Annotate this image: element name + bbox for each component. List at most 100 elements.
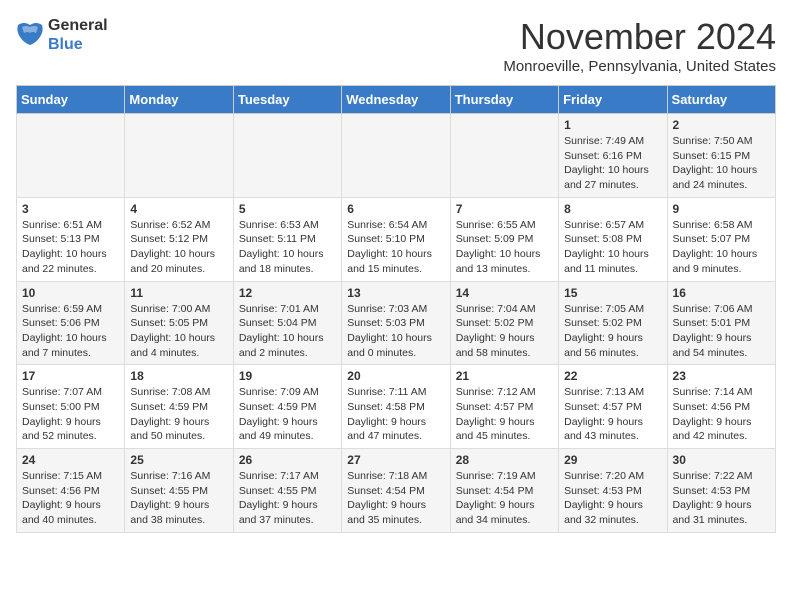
day-info: Sunrise: 7:50 AMSunset: 6:15 PMDaylight:… — [673, 134, 770, 193]
day-number: 4 — [130, 202, 227, 216]
day-info: Sunrise: 7:13 AMSunset: 4:57 PMDaylight:… — [564, 385, 661, 444]
day-number: 5 — [239, 202, 336, 216]
day-number: 1 — [564, 118, 661, 132]
calendar-cell — [342, 114, 450, 198]
calendar-cell: 13Sunrise: 7:03 AMSunset: 5:03 PMDayligh… — [342, 281, 450, 365]
day-info: Sunrise: 7:49 AMSunset: 6:16 PMDaylight:… — [564, 134, 661, 193]
day-info: Sunrise: 6:57 AMSunset: 5:08 PMDaylight:… — [564, 218, 661, 277]
calendar-cell: 20Sunrise: 7:11 AMSunset: 4:58 PMDayligh… — [342, 365, 450, 449]
day-info: Sunrise: 6:52 AMSunset: 5:12 PMDaylight:… — [130, 218, 227, 277]
day-info: Sunrise: 7:09 AMSunset: 4:59 PMDaylight:… — [239, 385, 336, 444]
day-number: 28 — [456, 453, 553, 467]
day-number: 29 — [564, 453, 661, 467]
day-number: 17 — [22, 369, 119, 383]
title-area: November 2024 Monroeville, Pennsylvania,… — [503, 16, 776, 75]
day-number: 12 — [239, 286, 336, 300]
day-number: 23 — [673, 369, 770, 383]
calendar-cell: 8 Sunrise: 6:57 AMSunset: 5:08 PMDaylight… — [559, 197, 667, 281]
day-info: Sunrise: 7:01 AMSunset: 5:04 PMDaylight:… — [239, 302, 336, 361]
day-number: 8 — [564, 202, 661, 216]
calendar-cell: 10 Sunrise: 6:59 AMSunset: 5:06 PMDayligh… — [17, 281, 125, 365]
calendar-cell: 12 Sunrise: 7:01 AMSunset: 5:04 PMDayligh… — [233, 281, 341, 365]
day-number: 19 — [239, 369, 336, 383]
calendar-week-5: 24 Sunrise: 7:15 AMSunset: 4:56 PMDayligh… — [17, 449, 776, 533]
day-info: Sunrise: 6:59 AMSunset: 5:06 PMDaylight:… — [22, 302, 119, 361]
calendar-cell: 17 Sunrise: 7:07 AMSunset: 5:00 PMDayligh… — [17, 365, 125, 449]
logo: General Blue — [16, 16, 108, 54]
calendar-week-4: 17 Sunrise: 7:07 AMSunset: 5:00 PMDayligh… — [17, 365, 776, 449]
day-info: Sunrise: 7:08 AMSunset: 4:59 PMDaylight:… — [130, 385, 227, 444]
day-info: Sunrise: 7:15 AMSunset: 4:56 PMDaylight:… — [22, 469, 119, 528]
calendar-cell: 1 Sunrise: 7:49 AMSunset: 6:16 PMDaylight… — [559, 114, 667, 198]
calendar-body: 1 Sunrise: 7:49 AMSunset: 6:16 PMDaylight… — [17, 114, 776, 533]
calendar-week-1: 1 Sunrise: 7:49 AMSunset: 6:16 PMDaylight… — [17, 114, 776, 198]
calendar-cell: 14 Sunrise: 7:04 AMSunset: 5:02 PMDayligh… — [450, 281, 558, 365]
day-info: Sunrise: 7:14 AMSunset: 4:56 PMDaylight:… — [673, 385, 770, 444]
calendar-cell: 27 Sunrise: 7:18 AMSunset: 4:54 PMDayligh… — [342, 449, 450, 533]
day-number: 11 — [130, 286, 227, 300]
calendar-cell: 5 Sunrise: 6:53 AMSunset: 5:11 PMDaylight… — [233, 197, 341, 281]
weekday-header-sunday: Sunday — [17, 86, 125, 114]
day-info: Sunrise: 7:20 AMSunset: 4:53 PMDaylight:… — [564, 469, 661, 528]
day-number: 7 — [456, 202, 553, 216]
day-info: Sunrise: 7:19 AMSunset: 4:54 PMDaylight:… — [456, 469, 553, 528]
weekday-header-tuesday: Tuesday — [233, 86, 341, 114]
location: Monroeville, Pennsylvania, United States — [503, 58, 776, 75]
day-info: Sunrise: 7:07 AMSunset: 5:00 PMDaylight:… — [22, 385, 119, 444]
day-info: Sunrise: 7:18 AMSunset: 4:54 PMDaylight:… — [347, 469, 444, 528]
day-info: Sunrise: 7:00 AMSunset: 5:05 PMDaylight:… — [130, 302, 227, 361]
calendar-cell — [233, 114, 341, 198]
day-number: 16 — [673, 286, 770, 300]
calendar-cell: 24 Sunrise: 7:15 AMSunset: 4:56 PMDayligh… — [17, 449, 125, 533]
calendar-cell: 21 Sunrise: 7:12 AMSunset: 4:57 PMDayligh… — [450, 365, 558, 449]
day-info: Sunrise: 7:05 AMSunset: 5:02 PMDaylight:… — [564, 302, 661, 361]
day-number: 20 — [347, 369, 444, 383]
calendar-cell: 26 Sunrise: 7:17 AMSunset: 4:55 PMDayligh… — [233, 449, 341, 533]
day-number: 3 — [22, 202, 119, 216]
calendar-cell — [17, 114, 125, 198]
day-number: 14 — [456, 286, 553, 300]
day-number: 18 — [130, 369, 227, 383]
calendar-cell: 2 Sunrise: 7:50 AMSunset: 6:15 PMDaylight… — [667, 114, 775, 198]
logo-icon — [16, 21, 44, 49]
calendar-cell: 29 Sunrise: 7:20 AMSunset: 4:53 PMDayligh… — [559, 449, 667, 533]
day-number: 2 — [673, 118, 770, 132]
logo-text: General Blue — [48, 16, 108, 54]
day-number: 9 — [673, 202, 770, 216]
day-number: 26 — [239, 453, 336, 467]
calendar-cell: 19 Sunrise: 7:09 AMSunset: 4:59 PMDayligh… — [233, 365, 341, 449]
page-header: General Blue November 2024 Monroeville, … — [16, 16, 776, 75]
weekday-header-thursday: Thursday — [450, 86, 558, 114]
calendar-week-3: 10 Sunrise: 6:59 AMSunset: 5:06 PMDayligh… — [17, 281, 776, 365]
day-number: 21 — [456, 369, 553, 383]
day-info: Sunrise: 7:17 AMSunset: 4:55 PMDaylight:… — [239, 469, 336, 528]
day-info: Sunrise: 7:12 AMSunset: 4:57 PMDaylight:… — [456, 385, 553, 444]
calendar-cell: 25Sunrise: 7:16 AMSunset: 4:55 PMDayligh… — [125, 449, 233, 533]
day-number: 27 — [347, 453, 444, 467]
day-number: 25 — [130, 453, 227, 467]
day-info: Sunrise: 6:58 AMSunset: 5:07 PMDaylight:… — [673, 218, 770, 277]
day-info: Sunrise: 6:53 AMSunset: 5:11 PMDaylight:… — [239, 218, 336, 277]
day-number: 22 — [564, 369, 661, 383]
calendar-cell: 30Sunrise: 7:22 AMSunset: 4:53 PMDayligh… — [667, 449, 775, 533]
day-number: 13 — [347, 286, 444, 300]
calendar-cell: 9 Sunrise: 6:58 AMSunset: 5:07 PMDaylight… — [667, 197, 775, 281]
calendar-cell: 28 Sunrise: 7:19 AMSunset: 4:54 PMDayligh… — [450, 449, 558, 533]
day-info: Sunrise: 6:51 AMSunset: 5:13 PMDaylight:… — [22, 218, 119, 277]
day-number: 6 — [347, 202, 444, 216]
weekday-row: SundayMondayTuesdayWednesdayThursdayFrid… — [17, 86, 776, 114]
calendar-cell: 3 Sunrise: 6:51 AMSunset: 5:13 PMDaylight… — [17, 197, 125, 281]
day-info: Sunrise: 7:04 AMSunset: 5:02 PMDaylight:… — [456, 302, 553, 361]
calendar-cell — [125, 114, 233, 198]
calendar-week-2: 3 Sunrise: 6:51 AMSunset: 5:13 PMDaylight… — [17, 197, 776, 281]
calendar-table: SundayMondayTuesdayWednesdayThursdayFrid… — [16, 85, 776, 533]
day-info: Sunrise: 6:55 AMSunset: 5:09 PMDaylight:… — [456, 218, 553, 277]
day-number: 10 — [22, 286, 119, 300]
month-title: November 2024 — [503, 16, 776, 58]
calendar-header: SundayMondayTuesdayWednesdayThursdayFrid… — [17, 86, 776, 114]
calendar-cell: 23 Sunrise: 7:14 AMSunset: 4:56 PMDayligh… — [667, 365, 775, 449]
weekday-header-monday: Monday — [125, 86, 233, 114]
day-number: 24 — [22, 453, 119, 467]
calendar-cell: 11 Sunrise: 7:00 AMSunset: 5:05 PMDayligh… — [125, 281, 233, 365]
day-info: Sunrise: 6:54 AMSunset: 5:10 PMDaylight:… — [347, 218, 444, 277]
